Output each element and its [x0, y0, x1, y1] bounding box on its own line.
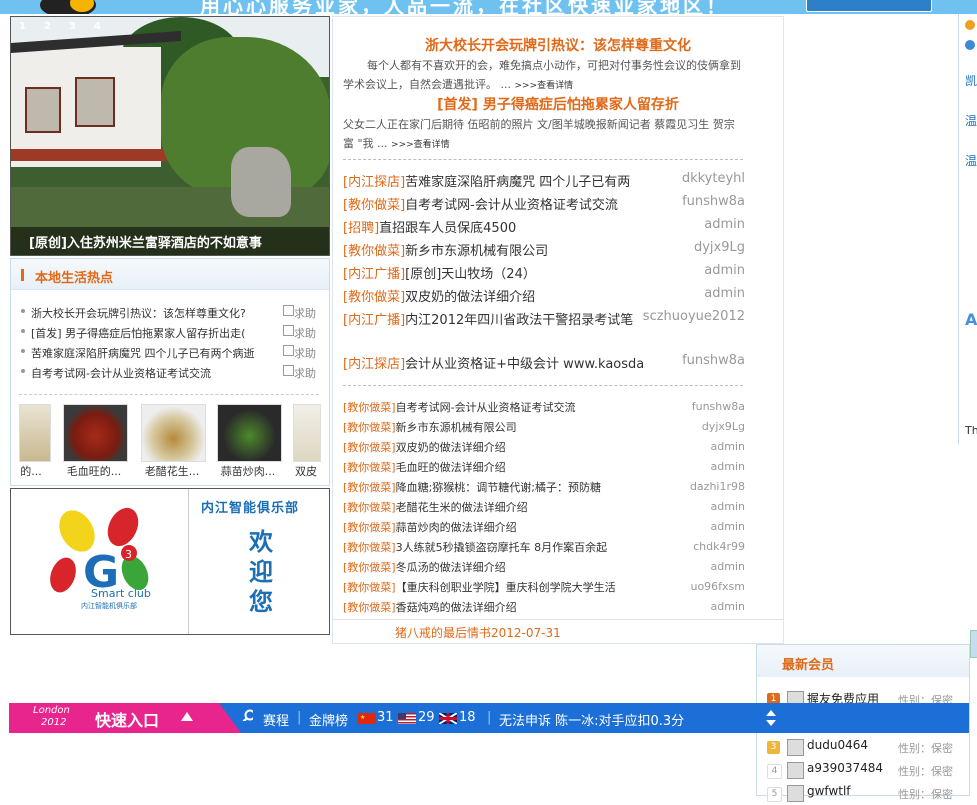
- bullet-icon: [21, 309, 25, 313]
- club-logo-icon: G 3: [50, 507, 149, 598]
- table-row[interactable]: [内江广播]内江2012年四川省政法干警招录考试笔 sczhuoyue2012: [343, 309, 745, 353]
- usa-flag-icon: [398, 713, 416, 724]
- bullet-icon: [21, 349, 25, 353]
- search-icon[interactable]: [241, 709, 253, 721]
- table-row[interactable]: [教你做菜]新乡市东源机械有限公司 dyjx9Lg: [343, 240, 745, 262]
- london-2012-bar: London 2012 快速入口 赛程 | 金牌榜 ★ 31 29 18 | 无…: [9, 703, 969, 733]
- table-row[interactable]: [教你做菜]新乡市东源机械有限公司 dyjx9Lg: [343, 417, 745, 437]
- headline-summary: 父女二人正在家门后期待 伍昭前的照片 文/图羊城晚报新闻记者 蔡霞见习生 贺宗富…: [343, 118, 735, 150]
- food-thumbnail[interactable]: [141, 404, 206, 462]
- food-thumbnail[interactable]: [63, 404, 128, 462]
- club-smart-label: Smart club: [91, 587, 151, 600]
- slider-page-dots[interactable]: 1234: [19, 21, 119, 32]
- table-row[interactable]: [教你做菜]毛血旺的做法详细介绍 admin: [343, 457, 745, 477]
- table-row[interactable]: [内江广播][原创]天山牧场（24） admin: [343, 263, 745, 285]
- scroll-arrows-icon[interactable]: [765, 709, 777, 727]
- list-item[interactable]: 浙大校长开会玩牌引热议：该怎样尊重文化? 求助: [19, 303, 319, 321]
- panel-header: 本地生活热点: [11, 259, 329, 290]
- club-name: 内江智能俱乐部: [201, 501, 300, 516]
- thumb-label[interactable]: 蒜苗炒肉...: [213, 463, 283, 479]
- schedule-link[interactable]: 赛程: [263, 710, 289, 729]
- checkbox[interactable]: [283, 365, 294, 376]
- info-icon[interactable]: [965, 40, 975, 50]
- uk-flag-icon: [439, 713, 457, 724]
- table-row[interactable]: [教你做菜]自考考试网-会计从业资格证考试交流 funshw8a: [343, 397, 745, 417]
- cn-gold-count: 31: [377, 710, 394, 725]
- list-item[interactable]: 4 a939037484 性别：保密: [767, 760, 962, 782]
- table-row[interactable]: [招聘]直招跟车人员保底4500 admin: [343, 217, 745, 239]
- table-row[interactable]: [教你做菜]蒜苗炒肉的做法详细介绍 admin: [343, 517, 745, 537]
- avatar[interactable]: [787, 739, 804, 756]
- table-row[interactable]: [教你做菜]3人练就5秒撬锁盗窃摩托车 8月作案百余起 chdk4r99: [343, 537, 745, 557]
- thumb-label[interactable]: 毛血旺的...: [59, 463, 129, 479]
- more-link[interactable]: >>>查看详情: [391, 140, 450, 150]
- divider: [343, 385, 743, 386]
- banner-slogan: 用心心服务业家，人品一流，在社区快速业家地区！: [200, 0, 729, 14]
- table-row[interactable]: [内江探店]会计从业资格证+中级会计 www.kaosda funshw8a: [343, 353, 745, 375]
- us-gold-count: 29: [418, 710, 435, 725]
- avatar[interactable]: [787, 762, 804, 779]
- thumb-label[interactable]: 双皮: [291, 463, 321, 479]
- headline-1[interactable]: 浙大校长开会玩牌引热议：该怎样尊重文化: [338, 35, 778, 55]
- panel-header: 最新会员: [757, 645, 969, 677]
- svg-text:★: ★: [360, 714, 365, 721]
- panel-title: 本地生活热点: [35, 271, 114, 286]
- news-column: 浙大校长开会玩牌引热议：该怎样尊重文化 每个人都有不喜欢开的会，难免搞点小动作，…: [332, 16, 784, 644]
- slider-caption[interactable]: [原创]入住苏州米兰富驿酒店的不如意事: [29, 232, 262, 251]
- info-icon[interactable]: [965, 20, 975, 30]
- thumb-label[interactable]: 老醋花生...: [137, 463, 207, 479]
- table-row[interactable]: [教你做菜]双皮奶的做法详细介绍 admin: [343, 286, 745, 308]
- list-item[interactable]: 5 gwfwtlf 性别：保密: [767, 783, 962, 805]
- list-item[interactable]: [首发] 男子得癌症后怕拖累家人留存折出走( 求助: [19, 323, 319, 341]
- bullet-icon: [21, 329, 25, 333]
- checkbox[interactable]: [283, 325, 294, 336]
- quick-entry-button[interactable]: 快速入口: [95, 707, 159, 731]
- medal-table-link[interactable]: 金牌榜: [309, 710, 348, 729]
- headline-2[interactable]: [首发] 男子得癌症后怕拖累家人留存折: [338, 94, 778, 114]
- club-smart-cn: 内江智能机俱乐部: [81, 602, 137, 610]
- top-banner: 用心心服务业家，人品一流，在社区快速业家地区！: [0, 0, 977, 14]
- food-thumbnail[interactable]: [19, 404, 51, 462]
- table-row[interactable]: [教你做菜]香菇炖鸡的做法详细介绍 admin: [343, 597, 745, 617]
- center-footer: 猪八戒的最后情书2012-07-31: [333, 619, 783, 644]
- more-link[interactable]: >>>查看详情: [514, 81, 573, 91]
- club-banner[interactable]: G 3 Smart club 内江智能机俱乐部 内江智能俱乐部 欢迎您: [10, 488, 330, 635]
- slider-caption-bar[interactable]: [原创]入住苏州米兰富驿酒店的不如意事: [11, 227, 329, 255]
- scroll-handle[interactable]: [970, 630, 977, 658]
- news-ticker[interactable]: 无法申诉 陈一冰:对手应扣0.3分: [499, 710, 684, 729]
- list-item[interactable]: 苦难家庭深陷肝病魔咒 四个儿子已有两个病逝 求助: [19, 343, 319, 361]
- svg-text:3: 3: [125, 548, 132, 561]
- china-flag-icon: ★: [358, 713, 376, 724]
- photo-slider[interactable]: 1234 [原创]入住苏州米兰富驿酒店的不如意事: [10, 16, 330, 256]
- food-thumbnail[interactable]: [217, 404, 282, 462]
- avatar[interactable]: [787, 785, 804, 802]
- divider: [19, 394, 319, 395]
- table-row[interactable]: [教你做菜]自考考试网-会计从业资格证考试交流 funshw8a: [343, 194, 745, 216]
- local-hot-panel: 本地生活热点 浙大校长开会玩牌引热议：该怎样尊重文化? 求助 [首发] 男子得癌…: [10, 258, 330, 486]
- club-welcome: 欢迎您: [249, 528, 273, 616]
- caret-up-icon[interactable]: [181, 712, 193, 721]
- thumb-label[interactable]: 的...: [11, 463, 51, 479]
- headline-summary: 每个人都有不喜欢开的会，难免搞点小动作，可把对付事务性会议的伎俩拿到学术会议上，…: [343, 59, 741, 91]
- panel-title: 最新会员: [782, 658, 835, 673]
- banner-button[interactable]: [806, 0, 932, 12]
- footer-link[interactable]: 猪八戒的最后情书2012-07-31: [395, 624, 561, 641]
- table-row[interactable]: [内江探店]苦难家庭深陷肝病魔咒 四个儿子已有两 dkkyteyhl: [343, 171, 745, 193]
- london-logo: London 2012: [33, 705, 70, 728]
- table-row[interactable]: [教你做菜]冬瓜汤的做法详细介绍 admin: [343, 557, 745, 577]
- list-item[interactable]: 3 dudu0464 性别：保密: [767, 737, 962, 759]
- table-row[interactable]: [教你做菜]【重庆科创职业学院】重庆科创学院大学生活 uo96fxsm: [343, 577, 745, 597]
- food-thumbnail[interactable]: [293, 404, 321, 462]
- checkbox[interactable]: [283, 345, 294, 356]
- list-item[interactable]: 自考考试网-会计从业资格证考试交流 求助: [19, 363, 319, 381]
- table-row[interactable]: [教你做菜]降血糖;猕猴桃：调节糖代谢;橘子：预防糖 dazhi1r98: [343, 477, 745, 497]
- bullet-icon: [21, 369, 25, 373]
- checkbox[interactable]: [283, 305, 294, 316]
- gb-gold-count: 18: [459, 710, 476, 725]
- table-row[interactable]: [教你做菜]老醋花生米的做法详细介绍 admin: [343, 497, 745, 517]
- table-row[interactable]: [教你做菜]双皮奶的做法详细介绍 admin: [343, 437, 745, 457]
- divider: [343, 159, 743, 160]
- right-sidebar: 凯 温 温 A Th: [958, 14, 977, 444]
